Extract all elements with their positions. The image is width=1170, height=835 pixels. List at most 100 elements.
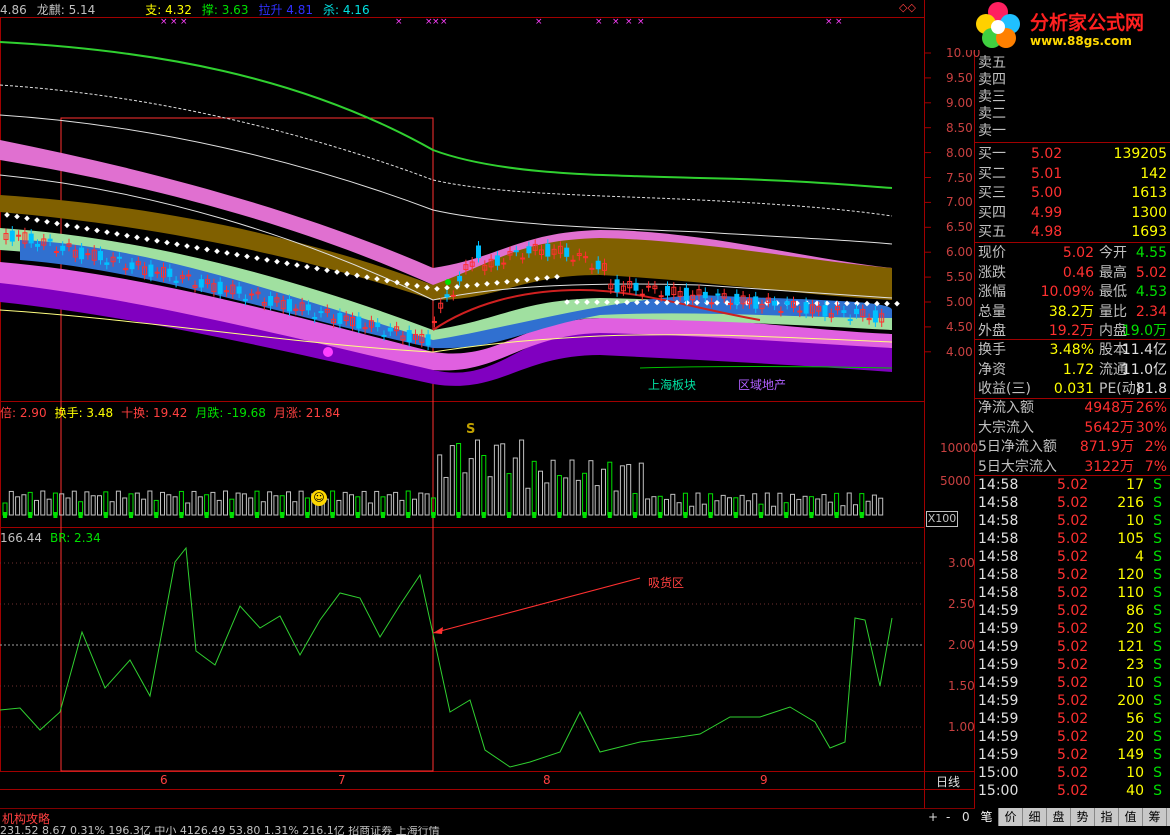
volume-flag bbox=[305, 512, 310, 518]
tick-price: 5.02 bbox=[1057, 711, 1089, 727]
volume-bar bbox=[594, 485, 600, 516]
zoom-out-button[interactable]: - bbox=[946, 810, 950, 824]
tab-6[interactable]: 指 bbox=[1095, 808, 1119, 826]
tab-5[interactable]: 势 bbox=[1071, 808, 1095, 826]
diamond-dot bbox=[124, 232, 130, 239]
signal-marker: × bbox=[637, 17, 645, 27]
stat-value: 0.031 bbox=[1053, 381, 1094, 397]
price-axis-label: 9.00 bbox=[946, 95, 973, 110]
tick-time: 14:58 bbox=[978, 513, 1019, 529]
buy-order-row[interactable]: 买二 5.01 142 bbox=[975, 165, 1170, 184]
diamond-dot bbox=[884, 300, 890, 307]
volume-flag bbox=[683, 512, 688, 518]
br-axis-label: 2.50 bbox=[948, 597, 975, 611]
volume-flag bbox=[557, 512, 562, 518]
diamond-dot bbox=[144, 236, 150, 242]
tab-2[interactable]: 价 bbox=[999, 808, 1023, 826]
candle-body bbox=[387, 327, 393, 332]
volume-bar bbox=[40, 490, 46, 516]
volume-flag bbox=[28, 512, 33, 518]
volume-bar bbox=[682, 492, 688, 516]
buy-order-label: 买二 bbox=[978, 165, 1006, 182]
volume-bar bbox=[267, 491, 273, 516]
candle-body bbox=[381, 334, 387, 337]
candle-body bbox=[520, 257, 526, 260]
period-label[interactable]: 日线 bbox=[936, 773, 960, 790]
tab-4[interactable]: 盘 bbox=[1047, 808, 1071, 826]
candle-body bbox=[287, 299, 292, 312]
candle-body bbox=[778, 310, 784, 313]
candle-body bbox=[494, 255, 500, 266]
candle-body bbox=[595, 260, 601, 270]
price-axis-label: 6.00 bbox=[946, 245, 973, 260]
tick-side: S bbox=[1153, 747, 1162, 763]
diamond-icon[interactable]: ◇◇ bbox=[899, 1, 916, 14]
tab-1[interactable]: 笔 bbox=[975, 808, 999, 826]
volume-bar bbox=[846, 492, 852, 516]
zoom-reset-button[interactable]: 0 bbox=[962, 810, 970, 824]
date-label: 6 bbox=[160, 773, 168, 787]
volume-bar bbox=[701, 503, 707, 516]
tick-volume: 120 bbox=[1117, 567, 1144, 583]
buy-order-price: 5.02 bbox=[1031, 146, 1063, 162]
volume-bar bbox=[739, 494, 745, 516]
diamond-dot bbox=[314, 265, 320, 272]
volume-bar bbox=[210, 491, 216, 516]
volume-unit-label: X100 bbox=[926, 511, 958, 527]
volume-header-item: 倍: 2.90 bbox=[0, 406, 47, 420]
volume-bar bbox=[506, 473, 512, 516]
signal-marker: × bbox=[625, 17, 633, 27]
volume-bar bbox=[21, 494, 27, 516]
diamond-dot bbox=[74, 224, 80, 230]
fund-flow-pct: 26% bbox=[1135, 400, 1167, 416]
volume-bar bbox=[582, 472, 588, 516]
volume-bar bbox=[771, 505, 777, 516]
volume-bar bbox=[273, 495, 279, 516]
tick-volume: 200 bbox=[1117, 693, 1144, 709]
tick-time: 15:00 bbox=[978, 765, 1019, 781]
signal-marker: × bbox=[535, 17, 543, 27]
quote-panel: 卖五 卖四 卖三 卖二 卖一 买一 5.02 139205 买二 5.01 142 买三 5.00 161… bbox=[975, 0, 1170, 835]
br-axis-label: 2.00 bbox=[948, 638, 975, 652]
annotation-accumulation-zone: 吸货区 bbox=[648, 576, 685, 590]
buy-order-price: 5.00 bbox=[1031, 185, 1063, 201]
tick-volume: 10 bbox=[1126, 765, 1144, 781]
volume-flag bbox=[708, 512, 713, 518]
diamond-dot bbox=[64, 222, 70, 229]
volume-bar bbox=[128, 493, 134, 516]
buy-order-row[interactable]: 买一 5.02 139205 bbox=[975, 145, 1170, 164]
tick-price: 5.02 bbox=[1057, 621, 1089, 637]
tab-3[interactable]: 细 bbox=[1023, 808, 1047, 826]
fund-flow-row: 净流入额 4948万 26% bbox=[975, 399, 1170, 418]
candle-body bbox=[614, 279, 620, 293]
institution-strategy-link[interactable]: 机构攻略 bbox=[2, 810, 50, 827]
divider bbox=[975, 339, 1170, 340]
buy-order-row[interactable]: 买三 5.00 1613 bbox=[975, 184, 1170, 203]
volume-bar bbox=[405, 490, 411, 516]
volume-bar bbox=[802, 495, 808, 516]
volume-flag bbox=[532, 512, 537, 518]
volume-bar bbox=[752, 493, 758, 516]
tick-side: S bbox=[1153, 675, 1162, 691]
candle-body bbox=[841, 310, 847, 314]
company-stat-row: 收益(三) 0.031 PE(动) 81.8 bbox=[975, 380, 1170, 399]
buy-order-row[interactable]: 买四 4.99 1300 bbox=[975, 204, 1170, 223]
volume-bar bbox=[815, 498, 821, 516]
tick-volume: 149 bbox=[1117, 747, 1144, 763]
sell-order-label: 卖二 bbox=[978, 106, 1006, 122]
br-header-item: 166.44 bbox=[0, 531, 42, 545]
tab-8[interactable]: 筹 bbox=[1143, 808, 1167, 826]
candle-body bbox=[715, 293, 721, 296]
tick-time: 14:58 bbox=[978, 495, 1019, 511]
tab-7[interactable]: 值 bbox=[1119, 808, 1143, 826]
zoom-in-button[interactable]: + bbox=[928, 810, 938, 824]
signal-marker: × bbox=[170, 17, 178, 27]
signal-marker: × bbox=[440, 17, 448, 27]
buy-order-row[interactable]: 买五 4.98 1693 bbox=[975, 223, 1170, 242]
volume-bar bbox=[286, 491, 291, 516]
br-line bbox=[0, 546, 893, 768]
diamond-dot bbox=[114, 231, 120, 237]
volume-flag bbox=[607, 512, 612, 518]
tick-side: S bbox=[1153, 729, 1162, 745]
volume-bar bbox=[178, 490, 184, 516]
